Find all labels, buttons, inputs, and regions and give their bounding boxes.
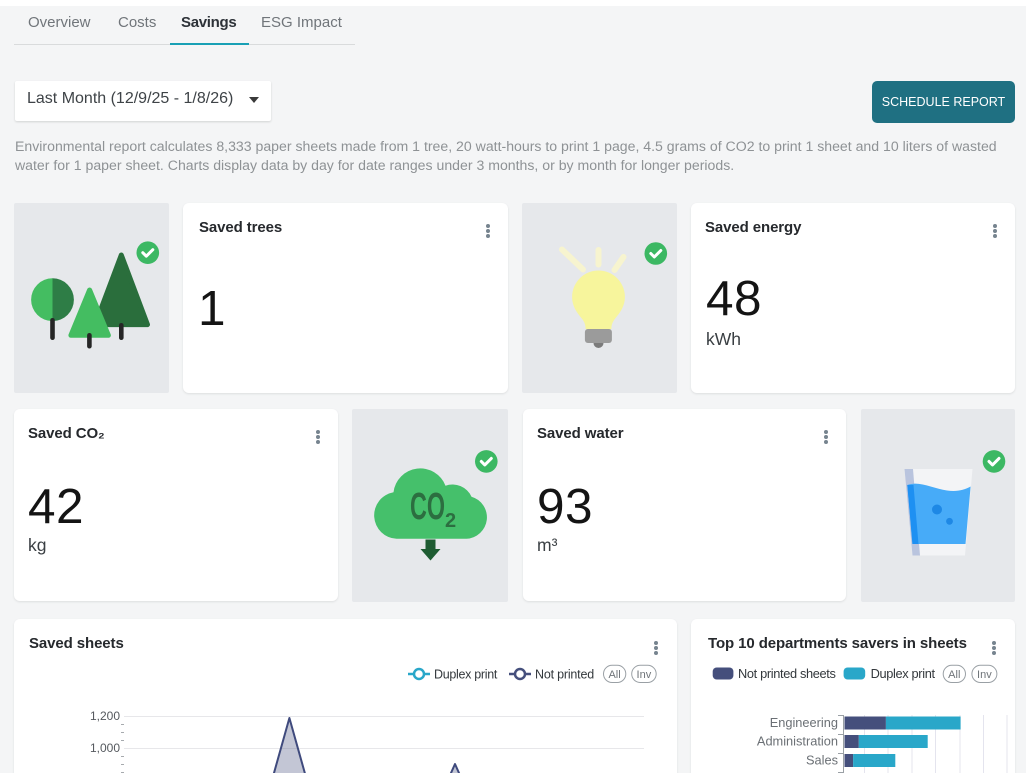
svg-text:Not printed: Not printed [535, 668, 594, 682]
svg-text:CO: CO [410, 486, 445, 528]
svg-text:Duplex print: Duplex print [434, 668, 498, 682]
svg-text:1,000: 1,000 [90, 741, 120, 755]
svg-text:Duplex print: Duplex print [871, 666, 936, 681]
svg-text:Administration: Administration [757, 734, 838, 749]
svg-text:1,200: 1,200 [90, 709, 120, 723]
svg-text:2: 2 [445, 510, 456, 532]
svg-text:Inv: Inv [637, 669, 652, 681]
svg-text:All: All [948, 669, 960, 681]
svg-text:Not printed sheets: Not printed sheets [738, 666, 836, 681]
svg-text:Engineering: Engineering [770, 715, 838, 730]
svg-text:Inv: Inv [977, 669, 992, 681]
svg-text:All: All [608, 669, 620, 681]
svg-text:Sales: Sales [806, 753, 838, 768]
